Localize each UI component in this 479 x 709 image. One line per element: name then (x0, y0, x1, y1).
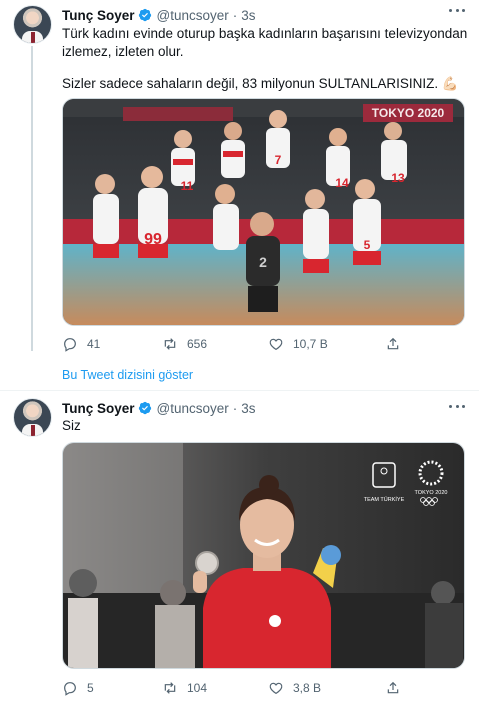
verified-badge-icon (138, 8, 151, 22)
separator-dot: · (232, 7, 238, 23)
reply-count: 41 (87, 337, 101, 351)
jersey-number: 14 (335, 176, 349, 190)
tweet-divider (0, 390, 479, 391)
jersey-number: 2 (259, 254, 267, 270)
retweet-button[interactable]: 656 (162, 336, 207, 352)
jersey-number: 13 (391, 171, 405, 185)
separator-dot: · (232, 400, 238, 416)
team-turkiye-caption: TEAM TÜRKİYE (364, 496, 405, 503)
share-button[interactable] (385, 680, 401, 696)
tweet-actions: 41 656 10,7 B (62, 335, 432, 353)
thread-connector-line (31, 46, 33, 351)
like-count: 3,8 B (293, 681, 322, 695)
like-count: 10,7 B (293, 337, 328, 351)
tweet-text-line: Türk kadını evinde oturup başka kadınlar… (62, 26, 468, 41)
reply-count: 5 (87, 681, 94, 695)
share-icon (387, 337, 399, 350)
jersey-number: 99 (144, 231, 162, 248)
like-button[interactable]: 10,7 B (268, 336, 328, 352)
tweet-text-line: Siz (62, 418, 81, 433)
tweet-text: Siz (62, 417, 464, 435)
retweet-icon (164, 338, 176, 350)
reply-button[interactable]: 41 (62, 336, 100, 352)
author-handle[interactable]: @tuncsoyer (157, 401, 229, 416)
like-icon (269, 682, 283, 695)
jersey-number: 7 (275, 153, 282, 167)
retweet-button[interactable]: 104 (162, 680, 207, 696)
tweet-text: Türk kadını evinde oturup başka kadınlar… (62, 25, 468, 93)
author-name[interactable]: Tunç Soyer (62, 401, 135, 416)
tweet-1[interactable]: Tunç Soyer @tuncsoyer · 3s Türk kadını e… (0, 0, 479, 360)
tweet-actions: 5 104 3,8 B (62, 679, 432, 697)
tweet-text-line: Sizler sadece sahaların değil, 83 milyon… (62, 76, 459, 91)
more-icon[interactable] (449, 405, 465, 411)
tweet-timestamp[interactable]: 3s (241, 8, 255, 23)
author-avatar[interactable] (13, 5, 52, 44)
tweet-photo-medalist[interactable]: TEAM TÜRKİYE TOKYO 2020 (62, 442, 465, 669)
verified-badge-icon (138, 401, 151, 415)
share-icon (387, 681, 399, 694)
retweet-count: 656 (187, 337, 208, 351)
author-handle[interactable]: @tuncsoyer (157, 8, 229, 23)
retweet-icon (164, 682, 176, 694)
share-button[interactable] (385, 336, 401, 352)
tweet-header: Tunç Soyer @tuncsoyer · 3s (62, 7, 256, 23)
tokyo-caption: TOKYO 2020 (415, 490, 448, 496)
retweet-count: 104 (187, 681, 208, 695)
tweet-2[interactable]: Tunç Soyer @tuncsoyer · 3s Siz TEAM TÜRK… (0, 392, 479, 709)
author-name[interactable]: Tunç Soyer (62, 8, 135, 23)
tweet-timestamp[interactable]: 3s (241, 401, 255, 416)
like-button[interactable]: 3,8 B (268, 680, 321, 696)
tweet-photo-volleyball-team[interactable]: TOKYO 2020 11 99 7 14 13 5 2 (62, 98, 465, 326)
photo-banner-text: TOKYO 2020 (372, 106, 445, 120)
jersey-number: 11 (181, 179, 194, 193)
reply-button[interactable]: 5 (62, 680, 94, 696)
reply-icon (64, 338, 76, 352)
jersey-number: 5 (364, 238, 371, 252)
like-icon (269, 338, 283, 351)
tweet-text-line: izlemez, izleten olur. (62, 44, 184, 59)
more-icon[interactable] (449, 9, 465, 15)
tweet-header: Tunç Soyer @tuncsoyer · 3s (62, 400, 256, 416)
author-avatar[interactable] (13, 398, 52, 437)
reply-icon (64, 682, 76, 696)
show-thread-link[interactable]: Bu Tweet dizisini göster (62, 368, 193, 382)
